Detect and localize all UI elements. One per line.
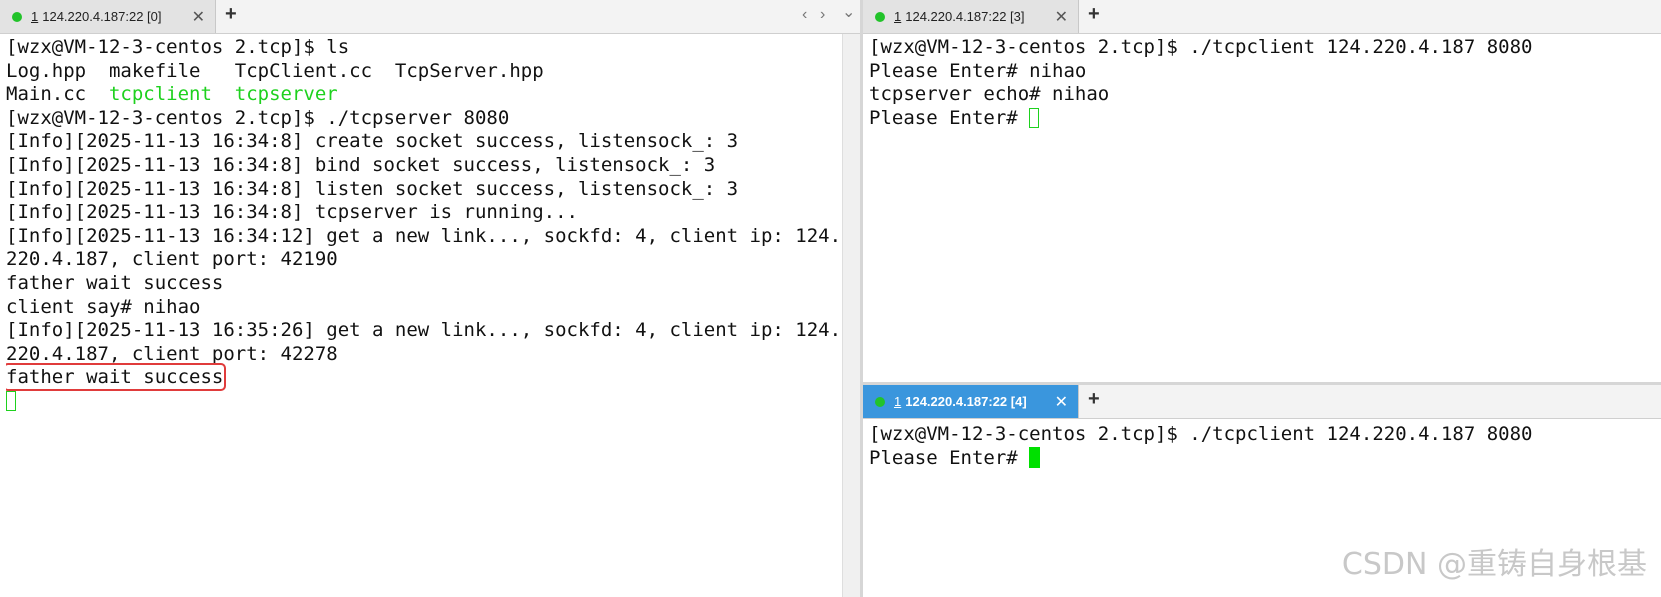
tab-session-4[interactable]: 1 124.220.4.187:22 [4] ✕ [863, 385, 1079, 418]
terminal-line: [wzx@VM-12-3-centos 2.tcp]$ ./tcpserver … [6, 107, 842, 131]
terminal-text: client say# nihao [6, 295, 201, 318]
terminal-line: [wzx@VM-12-3-centos 2.tcp]$ ./tcpclient … [869, 423, 1659, 447]
executable-name: tcpserver [234, 83, 338, 106]
watermark: CSDN @重铸自身根基 [1341, 547, 1647, 582]
terminal-text: [Info][2025-11-13 16:34:8] create socket… [6, 130, 739, 153]
highlighted-output: father wait success [6, 363, 227, 392]
chevron-right-icon[interactable]: › [820, 6, 825, 24]
terminal-text: father wait success [6, 271, 224, 294]
terminal-line: father wait success [6, 272, 842, 296]
close-icon[interactable]: ✕ [1055, 7, 1068, 27]
tab-session-3[interactable]: 1 124.220.4.187:22 [3] ✕ [863, 0, 1079, 33]
terminal-line: [Info][2025-11-13 16:34:8] create socket… [6, 130, 842, 154]
terminal-text: [Info][2025-11-13 16:35:26] get a new li… [6, 319, 842, 342]
terminal-line: Main.cc tcpclient tcpserver [6, 83, 842, 107]
terminal-line: tcpserver echo# nihao [869, 83, 1659, 107]
tab-title: 124.220.4.187:22 [3] [905, 9, 1025, 24]
terminal-line: [wzx@VM-12-3-centos 2.tcp]$ ./tcpclient … [869, 36, 1659, 60]
terminal-line: [Info][2025-11-13 16:34:8] listen socket… [6, 178, 842, 202]
terminal-text: [wzx@VM-12-3-centos 2.tcp]$ ./tcpserver … [6, 106, 510, 129]
terminal-line: [Info][2025-11-13 16:34:8] tcpserver is … [6, 201, 842, 225]
terminal-text: [Info][2025-11-13 16:34:8] tcpserver is … [6, 201, 578, 224]
terminal-text: [wzx@VM-12-3-centos 2.tcp]$ ./tcpclient … [869, 36, 1533, 58]
new-tab-button[interactable]: + [225, 3, 237, 26]
terminal-cursor [1029, 446, 1041, 468]
terminal-text: Please Enter# [869, 446, 1030, 469]
tab-number: 1 [31, 9, 39, 24]
connected-status-icon [12, 11, 22, 22]
terminal-text: Please Enter# [869, 106, 1030, 129]
terminal-left[interactable]: [wzx@VM-12-3-centos 2.tcp]$ ls Log.hpp ma… [6, 36, 842, 592]
terminal-text: 220.4.187, client port: 42278 [6, 342, 338, 365]
terminal-line: client say# nihao [6, 296, 842, 320]
terminal-text: 220.4.187, client port: 42190 [6, 248, 338, 271]
close-icon[interactable]: ✕ [192, 7, 205, 27]
terminal-text: [Info][2025-11-13 16:34:8] listen socket… [6, 177, 739, 200]
terminal-text: Main.cc [6, 83, 109, 106]
connected-status-icon [875, 396, 885, 407]
terminal-line: Please Enter# [869, 446, 1659, 471]
tab-title: 124.220.4.187:22 [0] [42, 9, 162, 24]
top-right-tab-bar: 1 124.220.4.187:22 [3] ✕ + [863, 0, 1661, 34]
new-tab-button[interactable]: + [1088, 388, 1100, 411]
terminal-line: Please Enter# nihao [869, 60, 1659, 84]
terminal-text: Log.hpp makefile TcpClient.cc TcpServer.… [6, 59, 544, 82]
terminal-cursor [6, 390, 16, 411]
terminal-text: tcpserver echo# nihao [869, 83, 1110, 106]
pane-divider-vertical[interactable] [860, 0, 863, 597]
chevron-down-icon[interactable]: ⌄ [842, 2, 855, 22]
left-scrollbar[interactable] [842, 34, 860, 597]
terminal-line: [Info][2025-11-13 16:35:26] get a new li… [6, 319, 842, 343]
terminal-cursor [1029, 107, 1040, 128]
terminal-line: [Info][2025-11-13 16:34:12] get a new li… [6, 225, 842, 249]
terminal-line: 220.4.187, client port: 42278 [6, 343, 842, 367]
terminal-text: [wzx@VM-12-3-centos 2.tcp]$ ls [6, 36, 350, 58]
bottom-right-tab-bar: 1 124.220.4.187:22 [4] ✕ + [863, 385, 1661, 419]
tab-number: 1 [894, 394, 902, 409]
terminal-top-right[interactable]: [wzx@VM-12-3-centos 2.tcp]$ ./tcpclient … [869, 36, 1659, 379]
terminal-line: Please Enter# [869, 107, 1659, 131]
chevron-left-icon[interactable]: ‹ [802, 6, 807, 24]
terminal-line: [Info][2025-11-13 16:34:8] bind socket s… [6, 154, 842, 178]
new-tab-button[interactable]: + [1088, 3, 1100, 26]
close-icon[interactable]: ✕ [1055, 392, 1068, 412]
terminal-line: [wzx@VM-12-3-centos 2.tcp]$ ls [6, 36, 842, 60]
tab-number: 1 [894, 9, 902, 24]
tab-session-0[interactable]: 1 124.220.4.187:22 [0] ✕ [0, 0, 216, 33]
terminal-line [6, 390, 842, 414]
terminal-text: [wzx@VM-12-3-centos 2.tcp]$ ./tcpclient … [869, 423, 1533, 445]
terminal-text: [Info][2025-11-13 16:34:12] get a new li… [6, 224, 842, 247]
connected-status-icon [875, 11, 885, 22]
terminal-line: Log.hpp makefile TcpClient.cc TcpServer.… [6, 60, 842, 84]
terminal-text: Please Enter# nihao [869, 59, 1087, 82]
left-tab-bar: 1 124.220.4.187:22 [0] ✕ + ‹ › ⌄ [0, 0, 860, 34]
terminal-text: [Info][2025-11-13 16:34:8] bind socket s… [6, 153, 716, 176]
terminal-line: 220.4.187, client port: 42190 [6, 248, 842, 272]
terminal-line: father wait success [6, 363, 842, 392]
executable-name: tcpclient [108, 83, 212, 106]
tab-title: 124.220.4.187:22 [4] [905, 394, 1027, 409]
